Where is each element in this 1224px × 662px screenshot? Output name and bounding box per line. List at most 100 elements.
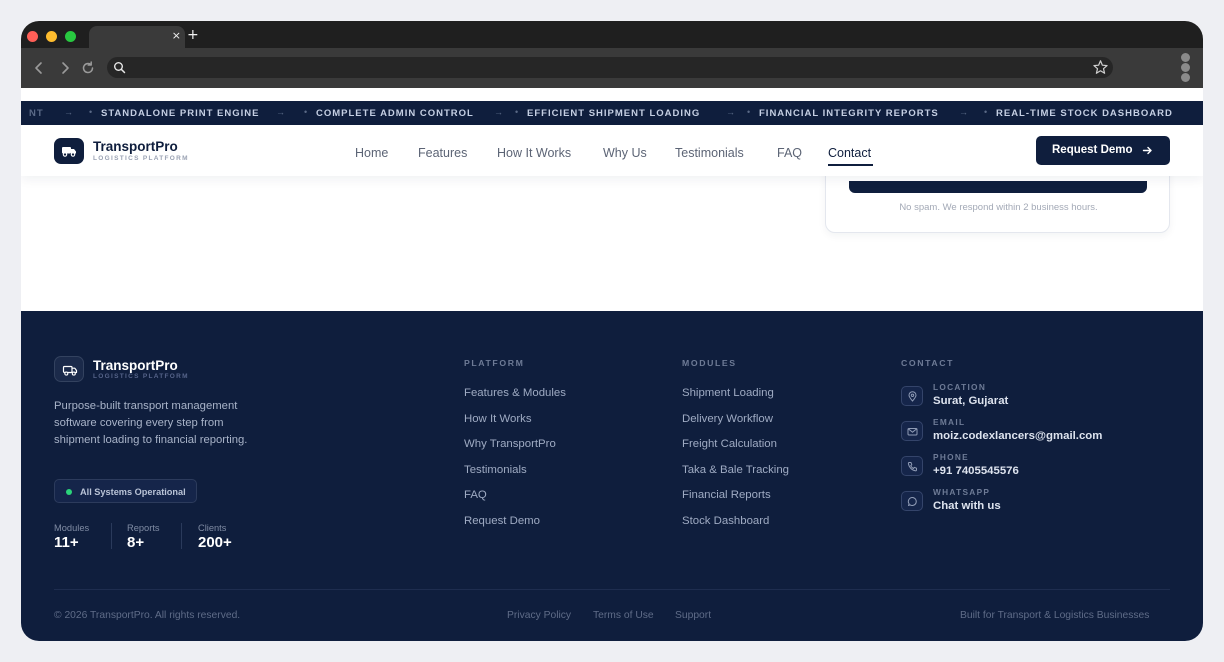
form-submit-button[interactable] [849,181,1147,193]
ticker-bullet: • [89,107,93,117]
ticker-item: FINANCIAL INTEGRITY REPORTS [759,108,939,119]
ticker-arrow: → [494,107,503,117]
platform-heading: PLATFORM [464,358,525,368]
built-for-text: Built for Transport & Logistics Business… [960,610,1150,621]
copyright-text: © 2026 TransportPro. All rights reserved… [54,610,241,621]
stat-label-reports: Reports [127,523,160,533]
active-nav-indicator [828,164,873,166]
tab-close-icon[interactable]: × [172,29,181,43]
contact-label-phone: PHONE [933,452,970,462]
footer-link-shipment-loading[interactable]: Shipment Loading [682,387,774,400]
brand-tagline: LOGISTICS PLATFORM [93,155,189,162]
status-dot-icon [66,489,72,495]
contact-value-location: Surat, Gujarat [933,395,1009,407]
browser-toolbar [21,48,1203,88]
contact-section: No spam. We respond within 2 business ho… [21,156,1203,311]
footer-link-privacy-policy[interactable]: Privacy Policy [507,610,571,622]
ticker-item: STANDALONE PRINT ENGINE [101,108,260,119]
location-pin-icon [901,386,923,406]
stat-value-clients: 200+ [198,534,232,551]
nav-link-testimonials[interactable]: Testimonials [675,146,744,160]
new-tab-button[interactable]: + [187,27,199,43]
ticker-arrow: → [276,107,285,117]
site-footer: TransportPro LOGISTICS PLATFORM Purpose-… [21,311,1203,641]
contact-label-location: LOCATION [933,382,987,392]
nav-link-features[interactable]: Features [418,146,467,160]
footer-link-terms-of-use[interactable]: Terms of Use [593,610,654,622]
ticker-arrow: → [959,107,968,117]
stat-divider [181,523,182,549]
footer-divider [54,589,1170,590]
truck-icon[interactable] [54,356,84,382]
contact-value-whatsapp[interactable]: Chat with us [933,500,1001,513]
stat-label-clients: Clients [198,523,227,533]
status-text: All Systems Operational [80,487,186,497]
back-icon[interactable] [30,59,48,77]
browser-tab-strip: × + [21,21,1203,48]
ticker-bullet: • [747,107,751,117]
footer-link-features-modules[interactable]: Features & Modules [464,387,566,400]
address-bar[interactable] [107,57,1113,78]
footer-description: Purpose-built transport management softw… [54,400,248,446]
menu-icon[interactable] [1181,53,1190,82]
footer-link-stock-dashboard[interactable]: Stock Dashboard [682,515,769,528]
browser-window: × + NT → • STANDALONE PRINT ENGINE → • C… [21,21,1203,641]
footer-link-request-demo[interactable]: Request Demo [464,515,540,528]
ticker-bullet: • [304,107,308,117]
close-window-button[interactable] [27,31,38,42]
site-header: TransportPro LOGISTICS PLATFORM Home Fea… [21,125,1203,176]
request-demo-label: Request Demo [1052,144,1133,156]
footer-link-faq[interactable]: FAQ [464,489,487,502]
status-badge: All Systems Operational [54,479,197,503]
brand-name[interactable]: TransportPro [93,140,178,154]
contact-label-email: EMAIL [933,417,966,427]
nav-link-home[interactable]: Home [355,146,388,160]
search-icon [113,61,126,79]
footer-link-delivery-workflow[interactable]: Delivery Workflow [682,413,773,426]
forward-icon[interactable] [56,59,74,77]
request-demo-button[interactable]: Request Demo [1036,136,1170,165]
nav-link-contact[interactable]: Contact [828,146,871,160]
stat-divider [111,523,112,549]
phone-icon [901,456,923,476]
ticker-arrow: → [726,107,735,117]
maximize-window-button[interactable] [65,31,76,42]
star-icon[interactable] [1092,59,1109,81]
announcement-ticker: NT → • STANDALONE PRINT ENGINE → • COMPL… [21,101,1203,125]
ticker-bullet: • [984,107,988,117]
arrow-right-icon [1142,145,1153,159]
chat-icon [901,491,923,511]
contact-value-phone[interactable]: +91 7405545576 [933,465,1019,478]
nav-link-why-us[interactable]: Why Us [603,146,647,160]
truck-icon[interactable] [54,138,84,164]
footer-link-support[interactable]: Support [675,610,711,622]
form-note: No spam. We respond within 2 business ho… [899,202,1098,213]
stat-label-modules: Modules [54,523,90,533]
ticker-item: NT [29,108,44,119]
nav-link-how-it-works[interactable]: How It Works [497,146,571,160]
footer-link-how-it-works[interactable]: How It Works [464,413,532,426]
contact-heading: CONTACT [901,358,955,368]
footer-link-testimonials[interactable]: Testimonials [464,464,527,477]
mail-icon [901,421,923,441]
footer-brand-name[interactable]: TransportPro [93,359,178,373]
ticker-item: COMPLETE ADMIN CONTROL [316,108,474,119]
stat-value-modules: 11+ [54,534,79,551]
nav-link-faq[interactable]: FAQ [777,146,802,160]
ticker-bullet: • [515,107,519,117]
contact-value-email[interactable]: moiz.codexlancers@gmail.com [933,430,1102,443]
stat-value-reports: 8+ [127,534,145,551]
browser-tab[interactable]: × [89,26,185,48]
minimize-window-button[interactable] [46,31,57,42]
reload-icon[interactable] [79,59,97,77]
footer-link-freight-calculation[interactable]: Freight Calculation [682,438,777,451]
footer-link-financial-reports[interactable]: Financial Reports [682,489,771,502]
footer-link-why-transportpro[interactable]: Why TransportPro [464,438,556,451]
modules-heading: MODULES [682,358,737,368]
ticker-item: REAL-TIME STOCK DASHBOARD [996,108,1173,119]
ticker-arrow: → [64,107,73,117]
contact-label-whatsapp: WHATSAPP [933,487,991,497]
footer-brand-tagline: LOGISTICS PLATFORM [93,373,189,380]
ticker-item: EFFICIENT SHIPMENT LOADING [527,108,701,119]
footer-link-taka-bale-tracking[interactable]: Taka & Bale Tracking [682,464,789,477]
